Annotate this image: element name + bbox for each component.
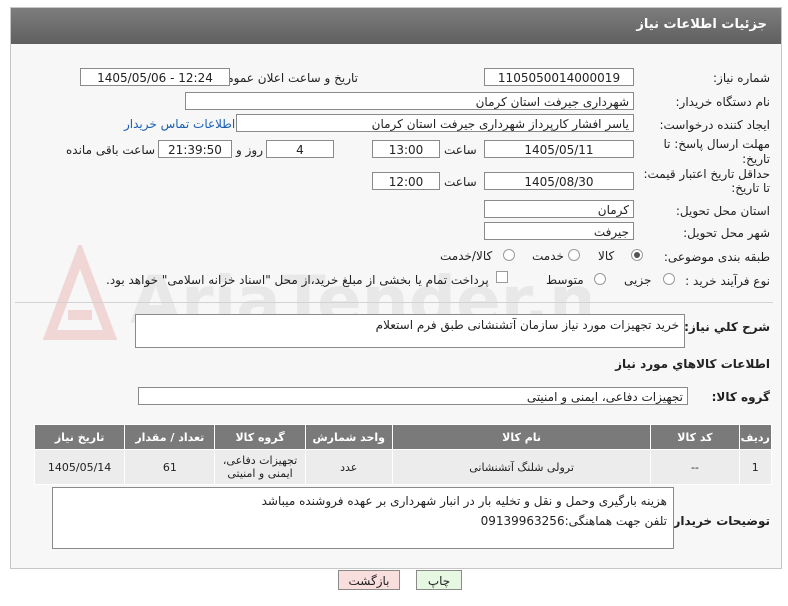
treasury-text: پرداخت تمام یا بخشی از مبلغ خرید،از محل … bbox=[106, 273, 489, 287]
requester-label: ایجاد کننده درخواست: bbox=[659, 118, 770, 132]
requester-field: یاسر افشار کارپرداز شهرداری جیرفت استان … bbox=[236, 114, 634, 132]
deadline-time-field: 13:00 bbox=[372, 140, 440, 158]
cell-goods-name: ترولی شلنگ آتشنشانی bbox=[391, 449, 652, 485]
col-goods-name: نام کالا bbox=[391, 424, 652, 450]
table-row: 1405/05/14 61 تجهیزات دفاعی، ایمنی و امن… bbox=[33, 449, 773, 485]
goods-section-title: اطلاعات کالاهاي مورد نياز bbox=[615, 357, 770, 371]
goods-group-field: تجهیزات دفاعی، ایمنی و امنیتی bbox=[138, 387, 688, 405]
description-field: خرید تجهیزات مورد نیاز سازمان آتشنشانی ط… bbox=[135, 314, 685, 348]
price-validity-date-field: 1405/08/30 bbox=[484, 172, 634, 190]
process-minor-radio[interactable] bbox=[663, 273, 675, 285]
buyer-org-label: نام دستگاه خریدار: bbox=[675, 95, 771, 109]
city-label: شهر محل تحویل: bbox=[683, 226, 770, 240]
province-label: استان محل تحویل: bbox=[675, 204, 770, 218]
col-quantity: تعداد / مقدار bbox=[124, 424, 216, 450]
announce-datetime-label: تاریخ و ساعت اعلان عمومی: bbox=[213, 71, 358, 85]
price-validity-time-label: ساعت bbox=[444, 175, 477, 189]
category-goods-service-label: کالا/خدمت bbox=[440, 249, 493, 263]
print-button[interactable]: چاپ bbox=[416, 570, 462, 590]
table-header-row: تاریخ نیاز تعداد / مقدار گروه کالا واحد … bbox=[33, 424, 773, 450]
category-goods-label: کالا bbox=[598, 249, 615, 263]
remaining-days-field: 4 bbox=[266, 140, 334, 158]
process-medium-radio[interactable] bbox=[594, 273, 606, 285]
category-service-label: خدمت bbox=[532, 249, 564, 263]
divider bbox=[15, 302, 773, 303]
category-goods-service-radio[interactable] bbox=[503, 249, 515, 261]
buyer-notes-field: هزینه بارگیری وحمل و نقل و تخلیه بار در … bbox=[52, 487, 674, 549]
cell-goods-code: -- bbox=[650, 449, 740, 485]
city-field: جیرفت bbox=[484, 222, 634, 240]
remaining-time-field: 21:39:50 bbox=[158, 140, 232, 158]
cell-goods-group: تجهیزات دفاعی، ایمنی و امنیتی bbox=[214, 449, 306, 485]
window-title: جزئیات اطلاعات نیاز bbox=[636, 17, 767, 32]
goods-table: تاریخ نیاز تعداد / مقدار گروه کالا واحد … bbox=[33, 424, 773, 485]
price-validity-label: حداقل تاریخ اعتبار قیمت: bbox=[643, 167, 770, 181]
description-label: شرح کلي نياز: bbox=[684, 320, 770, 334]
cell-row-number: 1 bbox=[738, 449, 773, 485]
province-field: کرمان bbox=[484, 200, 634, 218]
process-medium-label: متوسط bbox=[546, 273, 584, 287]
days-label: روز و bbox=[236, 143, 263, 157]
col-row: ردیف bbox=[738, 424, 773, 450]
deadline-label-2: تاریخ: bbox=[742, 152, 770, 166]
deadline-time-label: ساعت bbox=[444, 143, 477, 157]
cell-need-date: 1405/05/14 bbox=[33, 449, 126, 485]
window-titlebar: جزئیات اطلاعات نیاز bbox=[11, 8, 781, 44]
announce-datetime-field: 1405/05/06 - 12:24 bbox=[80, 68, 230, 86]
price-validity-label-2: تا تاریخ: bbox=[731, 181, 770, 195]
col-goods-code: کد کالا bbox=[650, 424, 740, 450]
category-service-radio[interactable] bbox=[568, 249, 580, 261]
buyer-org-field: شهرداری جیرفت استان کرمان bbox=[185, 92, 634, 110]
goods-group-label: گروه کالا: bbox=[711, 390, 770, 404]
buyer-notes-line-1: هزینه بارگیری وحمل و نقل و تخلیه بار در … bbox=[261, 494, 667, 508]
treasury-checkbox[interactable] bbox=[496, 271, 508, 283]
remaining-time-label: ساعت باقی مانده bbox=[66, 143, 156, 157]
buyer-notes-label: توضیحات خریدار: bbox=[668, 514, 770, 528]
col-need-date: تاریخ نیاز bbox=[33, 424, 126, 450]
process-label: نوع فرآیند خرید : bbox=[685, 274, 770, 288]
cell-unit: عدد bbox=[304, 449, 393, 485]
need-number-field: 1105050014000019 bbox=[484, 68, 634, 86]
deadline-date-field: 1405/05/11 bbox=[484, 140, 634, 158]
buyer-contact-link[interactable]: اطلاعات تماس خریدار bbox=[124, 117, 235, 131]
need-number-label: شماره نیاز: bbox=[713, 71, 770, 85]
deadline-label: مهلت ارسال پاسخ: تا bbox=[663, 137, 770, 151]
col-goods-group: گروه کالا bbox=[214, 424, 306, 450]
col-unit: واحد شمارش bbox=[304, 424, 393, 450]
category-label: طبقه بندی موضوعی: bbox=[663, 250, 770, 264]
price-validity-time-field: 12:00 bbox=[372, 172, 440, 190]
cell-quantity: 61 bbox=[124, 449, 216, 485]
process-minor-label: جزیی bbox=[624, 273, 652, 287]
back-button[interactable]: بازگشت bbox=[338, 570, 400, 590]
category-goods-radio[interactable] bbox=[631, 249, 643, 261]
buyer-notes-line-2: تلفن جهت هماهنگی:09139963256 bbox=[480, 514, 667, 528]
